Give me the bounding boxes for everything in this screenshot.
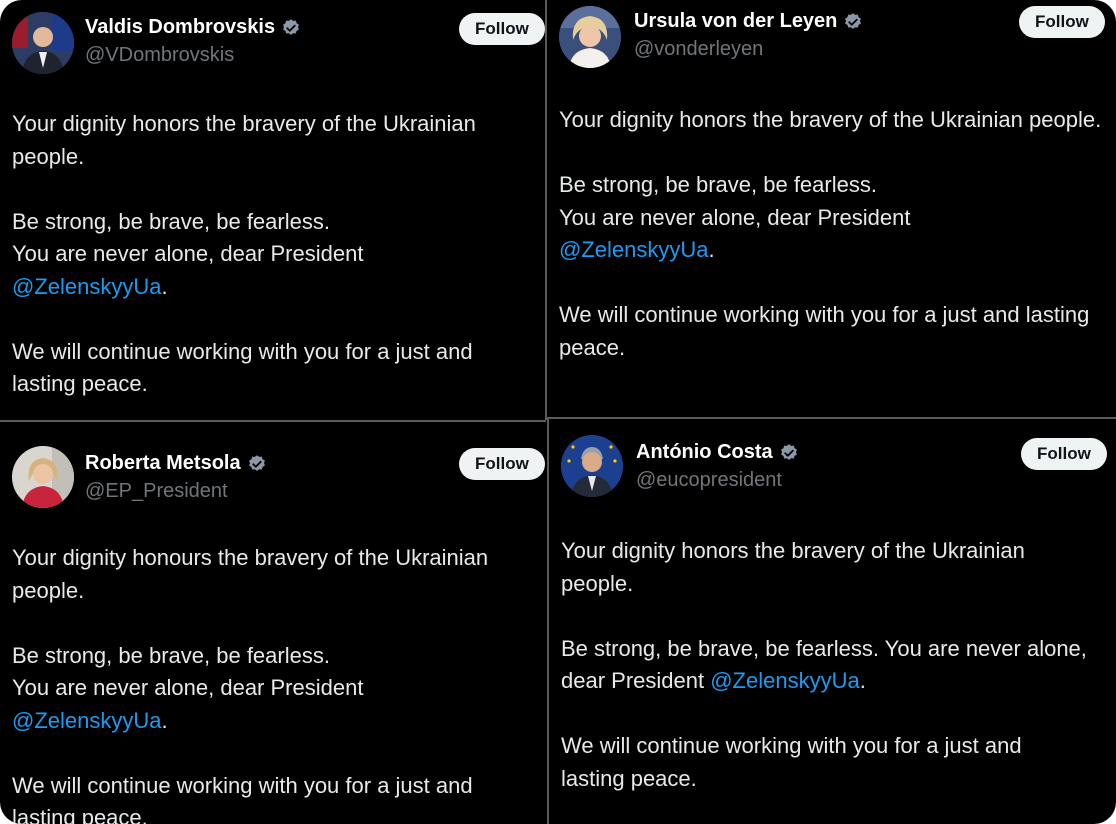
tweet-paragraph: Your dignity honours the bravery of the … xyxy=(12,545,489,603)
tweet-paragraph: Your dignity honors the bravery of the U… xyxy=(559,107,1102,132)
author-name[interactable]: Roberta Metsola xyxy=(85,452,241,475)
tweet-text: Your dignity honors the bravery of the U… xyxy=(559,104,1104,364)
tweet-card: Roberta Metsola @EP_President Follow You… xyxy=(0,422,546,824)
tweet-line: Be strong, be brave, be fearless. xyxy=(12,208,330,234)
verified-badge-icon xyxy=(780,443,797,460)
author-name[interactable]: Ursula von der Leyen xyxy=(634,10,837,33)
avatar[interactable] xyxy=(561,435,623,497)
verified-badge-icon xyxy=(248,454,265,471)
mention-link[interactable]: @ZelenskyyUa xyxy=(12,274,162,299)
follow-button[interactable]: Follow xyxy=(1019,6,1105,38)
tweet-paragraph: We will continue working with you for a … xyxy=(12,338,473,397)
divider xyxy=(547,417,1116,419)
author-handle[interactable]: @vonderleyen xyxy=(634,38,763,61)
follow-button[interactable]: Follow xyxy=(1021,438,1107,470)
tweet-text: Your dignity honors the bravery of the U… xyxy=(12,108,537,401)
avatar[interactable] xyxy=(12,12,74,74)
tweet-punctuation: . xyxy=(161,707,168,733)
tweet-punctuation: . xyxy=(161,273,168,299)
tweet-paragraph: Be strong, be brave, be fearless. You ar… xyxy=(561,633,1091,698)
tweet-line: You are never alone, dear President xyxy=(559,204,911,230)
tweet-paragraph: We will continue working with you for a … xyxy=(12,772,473,824)
tweet-paragraph: Your dignity honors the bravery of the U… xyxy=(561,538,1025,596)
mention-link[interactable]: @ZelenskyyUa xyxy=(12,708,162,733)
follow-button[interactable]: Follow xyxy=(459,448,545,480)
author-name[interactable]: António Costa xyxy=(636,441,773,464)
divider xyxy=(545,0,547,420)
avatar[interactable] xyxy=(559,6,621,68)
tweet-line: Be strong, be brave, be fearless. xyxy=(12,642,330,668)
divider xyxy=(0,420,546,422)
mention-link[interactable]: @ZelenskyyUa xyxy=(710,668,860,693)
verified-badge-icon xyxy=(283,18,299,35)
tweet-paragraph: We will continue working with you for a … xyxy=(559,302,1090,360)
tweet-paragraph: Be strong, be brave, be fearless. You are… xyxy=(12,206,537,304)
author-name[interactable]: Valdis Dombrovskis xyxy=(85,16,275,39)
tweet-paragraph: Your dignity honors the bravery of the U… xyxy=(12,111,476,169)
screenshot-frame: Valdis Dombrovskis @VDombrovskis Follow … xyxy=(0,0,1116,824)
author-handle[interactable]: @VDombrovskis xyxy=(85,44,234,67)
tweet-card: Valdis Dombrovskis @VDombrovskis Follow … xyxy=(0,0,545,420)
author-handle[interactable]: @EP_President xyxy=(85,480,228,503)
tweet-text: Your dignity honours the bravery of the … xyxy=(12,542,537,824)
tweet-line: You are never alone, dear President xyxy=(12,675,364,700)
tweet-punctuation: . xyxy=(859,668,866,693)
divider xyxy=(547,419,549,824)
author-handle[interactable]: @eucopresident xyxy=(636,469,782,492)
tweet-paragraph: Be strong, be brave, be fearless. You are… xyxy=(12,640,537,738)
verified-badge-icon xyxy=(845,12,862,29)
tweet-punctuation: . xyxy=(708,237,715,262)
tweet-paragraph: Be strong, be brave, be fearless. You are… xyxy=(559,169,1104,267)
mention-link[interactable]: @ZelenskyyUa xyxy=(559,237,709,262)
avatar[interactable] xyxy=(12,446,74,508)
tweet-card: António Costa @eucopresident Follow Your… xyxy=(549,419,1116,824)
tweet-text: Your dignity honors the bravery of the U… xyxy=(561,535,1091,795)
tweet-line: You are never alone, dear President xyxy=(12,241,364,266)
tweet-paragraph: We will continue working with you for a … xyxy=(561,733,1022,791)
follow-button[interactable]: Follow xyxy=(459,13,545,45)
tweet-line: Be strong, be brave, be fearless. xyxy=(559,172,877,197)
tweet-card: Ursula von der Leyen @vonderleyen Follow… xyxy=(547,0,1116,417)
